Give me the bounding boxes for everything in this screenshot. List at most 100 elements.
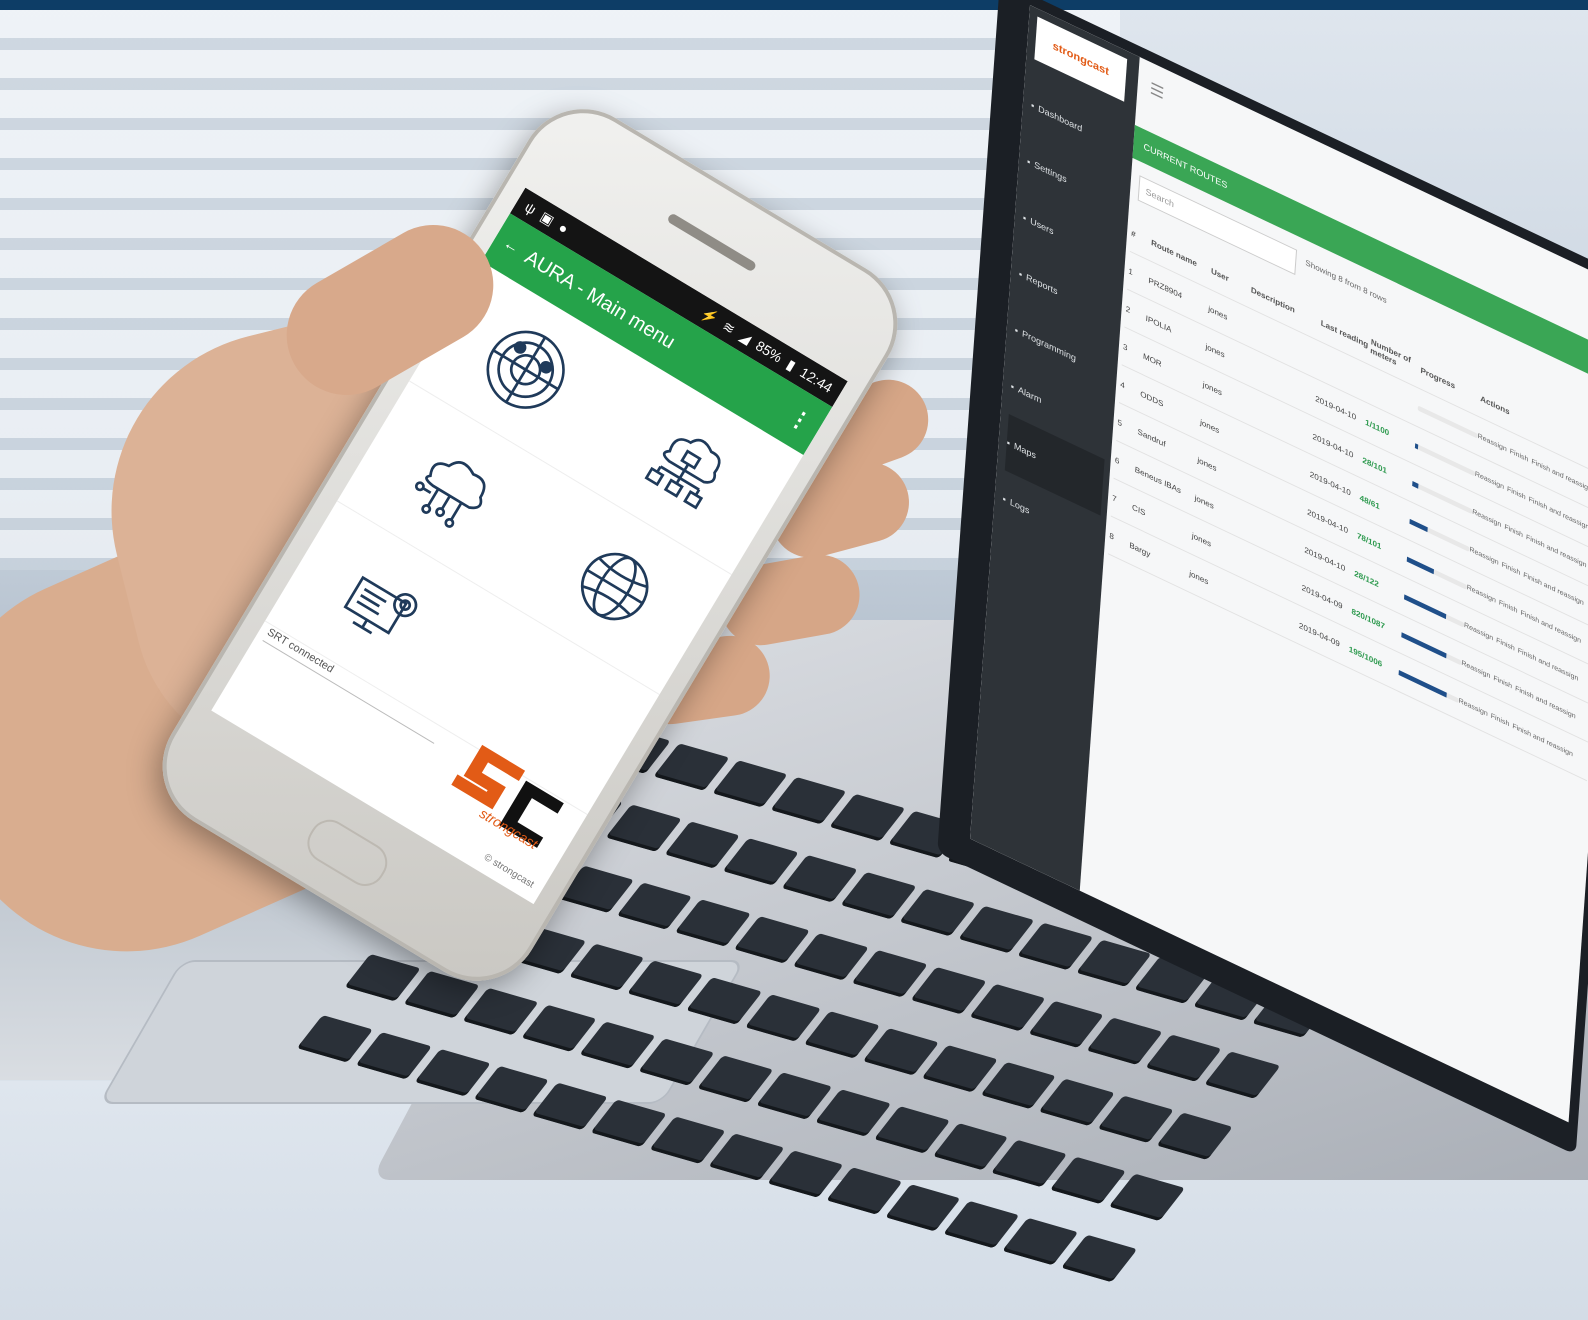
wifi-icon: ≋ — [720, 317, 739, 338]
hamburger-menu-icon[interactable]: ☰ — [1149, 78, 1165, 104]
row-action-button[interactable]: Reassign — [1475, 470, 1505, 491]
table-cell: 8 — [1109, 531, 1130, 549]
sidebar-item-icon: ▪ — [1002, 493, 1006, 504]
overflow-menu-icon[interactable]: ⋮ — [784, 403, 816, 437]
sidebar-item-icon: ▪ — [1015, 325, 1019, 336]
row-action-button[interactable]: Finish — [1493, 674, 1512, 690]
table-cell: 7 — [1112, 493, 1133, 511]
keyboard-key — [414, 1049, 490, 1096]
row-action-button[interactable]: Finish — [1490, 712, 1509, 728]
table-cell: jones — [1200, 417, 1241, 445]
keyboard-key — [863, 1028, 939, 1075]
keyboard-key — [1061, 1235, 1137, 1282]
row-action-button[interactable]: Reassign — [1467, 584, 1497, 605]
table-cell: 5 — [1117, 417, 1138, 435]
keyboard-key — [1109, 1174, 1185, 1221]
progress-bar-fill — [1401, 632, 1446, 658]
progress-bar-fill — [1415, 443, 1418, 449]
keyboard-key — [1017, 923, 1093, 970]
table-cell: jones — [1189, 568, 1230, 596]
table-cell — [1318, 360, 1368, 384]
sidebar-item-icon: ▪ — [1023, 212, 1027, 223]
sidebar-item-label: Alarm — [1018, 384, 1042, 405]
table-cell: jones — [1194, 493, 1235, 521]
routes-table: #Route nameUserDescriptionLast readingNu… — [1108, 214, 1588, 781]
battery-icon: ▮ — [784, 356, 799, 375]
row-action-button[interactable]: Reassign — [1477, 432, 1507, 453]
table-cell: jones — [1208, 304, 1249, 332]
row-action-button[interactable]: Reassign — [1461, 659, 1491, 680]
table-header-cell[interactable]: User — [1211, 266, 1252, 294]
keyboard-key — [462, 988, 538, 1035]
table-cell: 2019-04-09 — [1299, 620, 1350, 652]
sidebar-item-label: Maps — [1014, 441, 1037, 461]
keyboard-key — [874, 1106, 950, 1153]
row-action-button[interactable]: Reassign — [1458, 697, 1488, 718]
keyboard-key — [653, 743, 729, 790]
row-action-button[interactable]: Finish — [1504, 523, 1523, 539]
keyboard-key — [605, 804, 681, 851]
progress-bar-fill — [1399, 670, 1447, 698]
usb-icon: ψ — [522, 199, 539, 218]
top-banner-strip — [0, 0, 1588, 10]
row-action-button[interactable]: Finish — [1496, 637, 1515, 653]
keyboard-key — [815, 1089, 891, 1136]
sidebar-item-label: Dashboard — [1038, 103, 1083, 134]
table-cell: 195/1006 — [1349, 644, 1400, 676]
keyboard-key — [1157, 1112, 1233, 1159]
row-action-button[interactable]: Reassign — [1472, 508, 1502, 529]
radar-icon — [464, 308, 587, 431]
keyboard-key — [922, 1045, 998, 1092]
keyboard-key — [910, 967, 986, 1014]
cloud-network-icon — [625, 404, 748, 527]
table-cell: jones — [1197, 455, 1238, 483]
row-action-button[interactable]: Reassign — [1469, 546, 1499, 567]
sidebar-item-icon: ▪ — [1019, 269, 1023, 280]
progress-bar-fill — [1404, 594, 1446, 619]
table-cell: 3 — [1123, 341, 1144, 359]
progress-bar-fill — [1407, 556, 1434, 574]
app-notification-icon: ● — [556, 219, 571, 237]
table-cell: 2 — [1125, 304, 1146, 322]
keyboard-key — [969, 984, 1045, 1031]
sidebar-item-icon: ▪ — [1006, 437, 1010, 448]
keyboard-key — [826, 1167, 902, 1214]
keyboard-key — [958, 906, 1034, 953]
sidebar-item-icon: ▪ — [1031, 100, 1035, 111]
table-cell: jones — [1205, 341, 1246, 369]
keyboard-key — [1204, 1051, 1280, 1098]
sd-card-icon: ▣ — [537, 208, 557, 229]
table-cell: 6 — [1115, 455, 1136, 473]
sidebar-item-label: Users — [1030, 216, 1054, 237]
cloud-circuit-icon — [392, 428, 515, 551]
sidebar-item-label: Reports — [1026, 272, 1058, 297]
progress-bar-fill — [1409, 518, 1427, 531]
sidebar-item-label: Settings — [1034, 160, 1067, 185]
signal-icon: ◢ — [737, 327, 755, 347]
row-action-button[interactable]: Finish — [1507, 485, 1526, 501]
phone-home-area[interactable] — [300, 812, 395, 893]
keyboard-key — [767, 1150, 843, 1197]
sidebar-item-icon: ▪ — [1027, 156, 1031, 167]
back-arrow-icon[interactable]: ← — [499, 235, 522, 259]
row-action-button[interactable]: Finish — [1499, 599, 1518, 615]
table-cell: jones — [1192, 531, 1233, 559]
keyboard-key — [356, 1032, 432, 1079]
progress-bar-fill — [1412, 481, 1418, 489]
charging-icon: ⚡ — [698, 304, 722, 328]
table-cell: jones — [1203, 379, 1244, 407]
sidebar-item-label: Programming — [1022, 328, 1077, 363]
globe-icon — [553, 524, 676, 647]
phone-speaker — [666, 212, 757, 272]
row-action-button[interactable]: Reassign — [1464, 621, 1494, 642]
sidebar-item-icon: ▪ — [1010, 381, 1014, 392]
table-cell: 1 — [1128, 266, 1149, 284]
table-cell — [1368, 384, 1418, 408]
copyright-text: © strongcast — [482, 852, 536, 890]
row-action-button[interactable]: Finish — [1501, 561, 1520, 577]
sidebar-item-label: Logs — [1010, 497, 1030, 516]
table-cell: 4 — [1120, 379, 1141, 397]
computer-settings-icon — [320, 548, 443, 671]
table-header-cell[interactable]: # — [1131, 228, 1152, 246]
row-action-button[interactable]: Finish — [1510, 448, 1529, 464]
